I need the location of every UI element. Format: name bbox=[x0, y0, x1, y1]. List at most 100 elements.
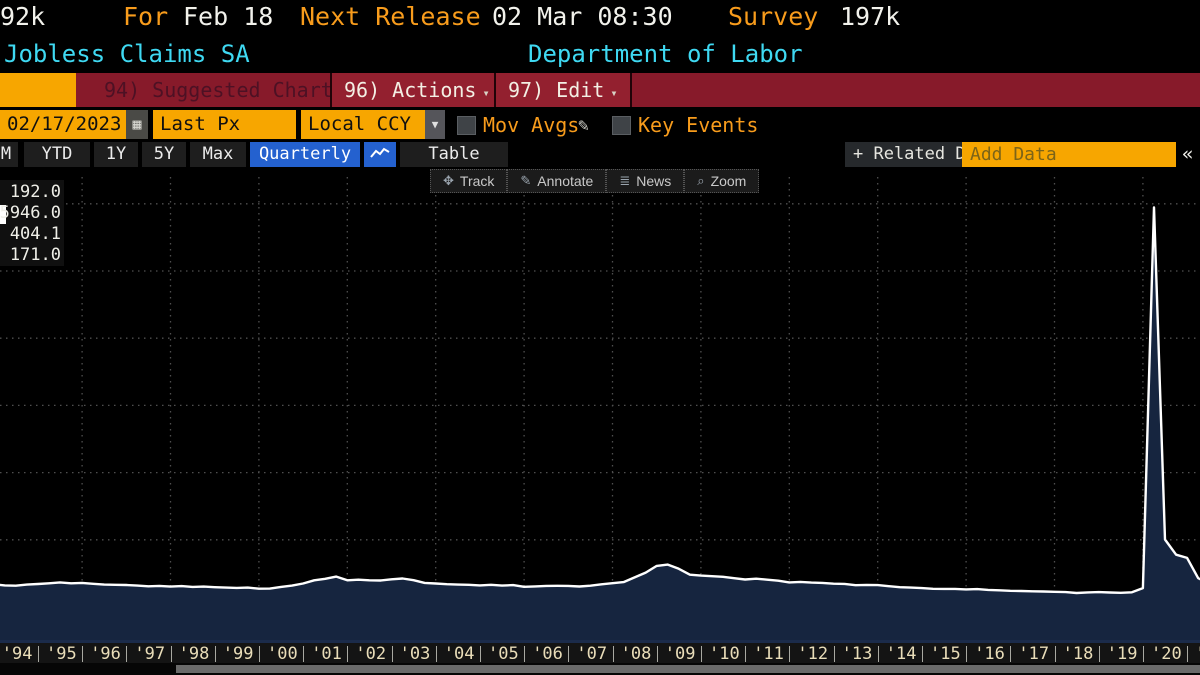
chart-toolbar: ✥ Track ✎ Annotate ≣ News ⌕ Zoom bbox=[430, 169, 759, 193]
tab-range-ytd[interactable]: YTD bbox=[24, 142, 90, 167]
zoom-button[interactable]: ⌕ Zoom bbox=[684, 169, 759, 193]
x-axis-tick bbox=[745, 646, 746, 662]
x-axis-label: '17 bbox=[1018, 644, 1049, 664]
x-axis-label: '13 bbox=[842, 644, 873, 664]
controls-row: 02/17/2023 ▦ Last Px Local CCY ▼ Mov Avg… bbox=[0, 110, 1200, 141]
tab-range-5y[interactable]: 5Y bbox=[142, 142, 186, 167]
edit-menu[interactable]: 97) Edit ▾ bbox=[494, 73, 632, 107]
x-axis-label: '21 bbox=[1195, 644, 1200, 664]
related-data-button[interactable]: + Related Dat: bbox=[845, 142, 973, 167]
track-label: Track bbox=[460, 173, 494, 189]
price-type-input[interactable]: Last Px bbox=[153, 110, 296, 139]
legend-average-value: 404.1 bbox=[10, 224, 61, 245]
x-axis-label: '09 bbox=[665, 644, 696, 664]
track-icon: ✥ bbox=[443, 173, 454, 189]
legend-high-value: 5946.0 bbox=[0, 203, 61, 224]
x-axis-label: '12 bbox=[797, 644, 828, 664]
news-label: News bbox=[636, 173, 671, 189]
x-axis-tick bbox=[82, 646, 83, 662]
for-date-value: Feb 18 bbox=[183, 2, 273, 31]
x-axis-label: '18 bbox=[1063, 644, 1094, 664]
period-dropdown[interactable]: Quarterly ▼ bbox=[250, 142, 360, 167]
x-axis-tick bbox=[1143, 646, 1144, 662]
x-axis-tick bbox=[1055, 646, 1056, 662]
x-axis-label: '00 bbox=[267, 644, 298, 664]
x-axis-label: '99 bbox=[223, 644, 254, 664]
chart-area[interactable]: ✥ Track ✎ Annotate ≣ News ⌕ Zoom 192.0 5… bbox=[0, 167, 1200, 640]
tab-range-max[interactable]: Max bbox=[190, 142, 246, 167]
x-axis-tick bbox=[922, 646, 923, 662]
x-axis-label: '05 bbox=[488, 644, 519, 664]
x-axis-tick bbox=[38, 646, 39, 662]
x-axis-label: '19 bbox=[1107, 644, 1138, 664]
news-icon: ≣ bbox=[619, 173, 630, 189]
tab-range-1y[interactable]: 1Y bbox=[94, 142, 138, 167]
x-axis-label: '02 bbox=[355, 644, 386, 664]
legend-last-value: 192.0 bbox=[10, 182, 61, 203]
edit-label: 97) Edit bbox=[508, 78, 604, 102]
legend-low-value: 171.0 bbox=[10, 245, 61, 266]
for-label: For bbox=[123, 2, 168, 31]
next-release-label: Next Release bbox=[300, 2, 481, 31]
x-axis-label: '03 bbox=[400, 644, 431, 664]
scrollbar-thumb[interactable] bbox=[176, 665, 1200, 673]
x-axis-label: '07 bbox=[576, 644, 607, 664]
x-axis-label: '11 bbox=[753, 644, 784, 664]
annotate-button[interactable]: ✎ Annotate bbox=[507, 169, 606, 193]
annotate-icon: ✎ bbox=[520, 173, 531, 189]
x-axis-label: '97 bbox=[134, 644, 165, 664]
x-axis-tick bbox=[480, 646, 481, 662]
x-axis-label: '96 bbox=[90, 644, 121, 664]
zoom-icon: ⌕ bbox=[697, 173, 704, 189]
chevron-down-icon: ▾ bbox=[482, 86, 489, 100]
x-axis-tick bbox=[657, 646, 658, 662]
x-axis-tick bbox=[568, 646, 569, 662]
currency-dropdown-icon[interactable]: ▼ bbox=[425, 110, 445, 139]
line-chart-icon[interactable] bbox=[364, 142, 396, 167]
x-axis-label: '20 bbox=[1151, 644, 1182, 664]
x-axis-tick bbox=[1010, 646, 1011, 662]
tab-range-m[interactable]: M bbox=[0, 142, 18, 167]
security-source: Department of Labor bbox=[528, 40, 803, 68]
annotate-label: Annotate bbox=[537, 173, 593, 189]
menu-command-block[interactable] bbox=[0, 73, 76, 107]
news-button[interactable]: ≣ News bbox=[606, 169, 684, 193]
security-row: Jobless Claims SA Department of Labor bbox=[0, 40, 1200, 72]
x-axis-tick bbox=[347, 646, 348, 662]
security-name: Jobless Claims SA bbox=[4, 40, 250, 68]
date-input[interactable]: 02/17/2023 bbox=[0, 110, 126, 139]
x-axis-tick bbox=[966, 646, 967, 662]
x-axis-label: '94 bbox=[2, 644, 33, 664]
suggested-charts-menu[interactable]: 94) Suggested Charts bbox=[92, 73, 357, 107]
collapse-panel-icon[interactable]: « bbox=[1182, 142, 1193, 167]
x-axis-tick bbox=[1099, 646, 1100, 662]
x-axis-tick bbox=[789, 646, 790, 662]
add-data-input[interactable]: Add Data bbox=[962, 142, 1176, 167]
menu-bar: 94) Suggested Charts 96) Actions ▾ 97) Ed… bbox=[0, 73, 1200, 107]
x-axis-tick bbox=[215, 646, 216, 662]
survey-value: 197k bbox=[840, 2, 900, 31]
mov-avgs-checkbox[interactable] bbox=[457, 116, 476, 135]
header-row: 92k For Feb 18 Next Release 02 Mar 08:30… bbox=[0, 2, 1200, 38]
mov-avgs-label: Mov Avgs bbox=[483, 110, 579, 139]
currency-input[interactable]: Local CCY bbox=[301, 110, 425, 139]
x-axis-label: '01 bbox=[311, 644, 342, 664]
chevron-down-icon: ▾ bbox=[610, 86, 617, 100]
x-axis-tick bbox=[259, 646, 260, 662]
track-button[interactable]: ✥ Track bbox=[430, 169, 507, 193]
x-axis-label: '95 bbox=[46, 644, 77, 664]
actions-label: 96) Actions bbox=[344, 78, 476, 102]
last-price-value: 92k bbox=[0, 2, 45, 31]
actions-menu[interactable]: 96) Actions ▾ bbox=[330, 73, 504, 107]
next-release-value: 02 Mar 08:30 bbox=[492, 2, 673, 31]
x-axis-tick bbox=[392, 646, 393, 662]
key-events-checkbox[interactable] bbox=[612, 116, 631, 135]
horizontal-scrollbar[interactable] bbox=[0, 663, 1200, 675]
tab-table[interactable]: Table bbox=[400, 142, 508, 167]
zoom-label: Zoom bbox=[711, 173, 747, 189]
calendar-icon[interactable]: ▦ bbox=[126, 110, 148, 139]
x-axis-tick bbox=[613, 646, 614, 662]
bloomberg-terminal-window: 92k For Feb 18 Next Release 02 Mar 08:30… bbox=[0, 0, 1200, 675]
x-axis-tick bbox=[834, 646, 835, 662]
pencil-icon[interactable]: ✎ bbox=[578, 110, 589, 139]
